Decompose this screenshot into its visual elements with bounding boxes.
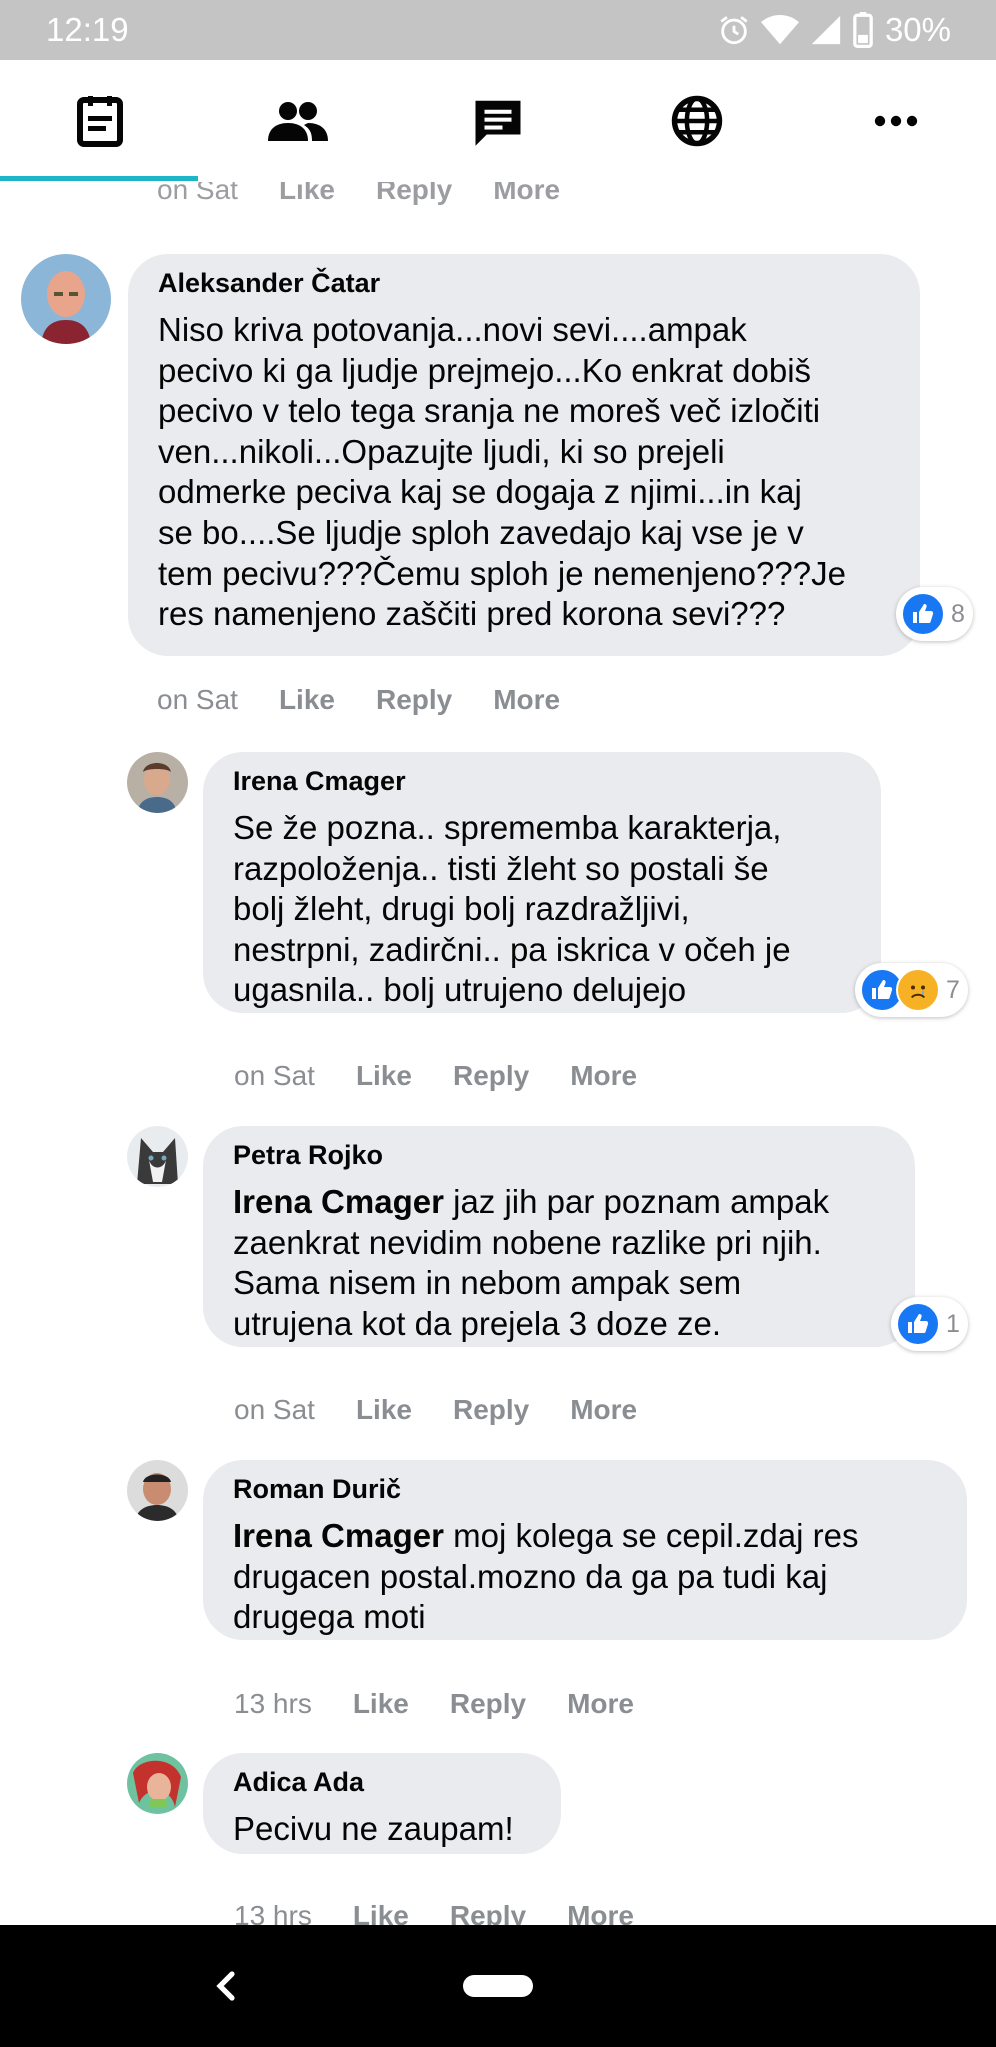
home-button[interactable] (463, 1975, 533, 1997)
tab-more[interactable] (816, 60, 976, 182)
comment-time: on Sat (234, 1394, 315, 1425)
reaction-count: 8 (951, 599, 965, 628)
reply-link[interactable]: Reply (376, 182, 452, 206)
like-link[interactable]: Like (356, 1394, 412, 1426)
like-link[interactable]: Like (353, 1688, 409, 1720)
comment-text: Irena Cmager moj kolega se cepil.zdaj re… (233, 1516, 858, 1638)
comment-meta-row-partial: on Sat Like Reply More (157, 182, 601, 208)
reaction-count: 7 (946, 975, 960, 1004)
comment-author[interactable]: Roman Durič (233, 1474, 401, 1505)
comment-time: 13 hrs (234, 1900, 312, 1925)
like-link[interactable]: Like (279, 182, 335, 206)
more-link[interactable]: More (570, 1394, 637, 1426)
active-tab-indicator (0, 176, 198, 181)
globe-icon (671, 95, 723, 147)
reaction-summary[interactable]: 8 (896, 587, 973, 641)
comment-author[interactable]: Aleksander Čatar (158, 268, 380, 299)
reply-link[interactable]: Reply (450, 1688, 526, 1720)
comment-text: Pecivu ne zaupam! (233, 1810, 514, 1847)
reply-link[interactable]: Reply (453, 1394, 529, 1426)
comment-meta-row: on Sat Like Reply More (234, 1058, 678, 1094)
system-navigation-bar (0, 1925, 996, 2047)
like-link[interactable]: Like (279, 684, 335, 716)
comment-meta-row: 13 hrs Like Reply More (234, 1686, 675, 1722)
like-reaction-icon (901, 592, 945, 636)
wifi-icon (760, 14, 799, 45)
comment-meta-row: 13 hrs Like Reply More (234, 1898, 675, 1925)
messages-icon (475, 100, 521, 146)
comment-author[interactable]: Adica Ada (233, 1767, 364, 1798)
comment-meta-row: on Sat Like Reply More (234, 1392, 678, 1428)
tab-notifications[interactable] (617, 60, 777, 182)
reply-link[interactable]: Reply (453, 1060, 529, 1092)
comment-text: Niso kriva potovanja...novi sevi....ampa… (158, 311, 846, 633)
more-dots-icon (874, 115, 918, 127)
back-chevron-icon (216, 1971, 235, 2001)
reaction-count: 1 (946, 1309, 960, 1338)
avatar[interactable] (21, 254, 111, 344)
comment-bubble: Aleksander Čatar Niso kriva potovanja...… (128, 254, 920, 656)
battery-icon (853, 12, 873, 48)
like-link[interactable]: Like (353, 1900, 409, 1925)
signal-icon (811, 15, 841, 45)
more-link[interactable]: More (493, 684, 560, 716)
reaction-summary[interactable]: 7 (855, 963, 968, 1017)
mention-link[interactable]: Irena Cmager (233, 1517, 444, 1554)
more-link[interactable]: More (567, 1688, 634, 1720)
avatar[interactable] (127, 1126, 188, 1187)
tab-messages[interactable] (418, 60, 578, 182)
tab-friends[interactable] (218, 60, 378, 182)
sad-reaction-icon (896, 968, 940, 1012)
reply-link[interactable]: Reply (450, 1900, 526, 1925)
comment-meta-row: on Sat Like Reply More (157, 682, 601, 718)
reaction-summary[interactable]: 1 (891, 1297, 968, 1351)
reply-link[interactable]: Reply (376, 684, 452, 716)
comment-time: 13 hrs (234, 1688, 312, 1719)
comment-bubble: Petra Rojko Irena Cmager jaz jih par poz… (203, 1126, 915, 1347)
comment-bubble: Roman Durič Irena Cmager moj kolega se c… (203, 1460, 967, 1640)
avatar[interactable] (127, 752, 188, 813)
status-bar: 12:19 30% (0, 0, 996, 60)
status-icons: 30% (717, 8, 951, 52)
like-link[interactable]: Like (356, 1060, 412, 1092)
battery-percent: 30% (884, 11, 951, 48)
mention-link[interactable]: Irena Cmager (233, 1183, 444, 1220)
status-time: 12:19 (46, 11, 129, 48)
more-link[interactable]: More (567, 1900, 634, 1925)
top-nav-bar (0, 60, 996, 182)
back-button[interactable] (200, 1961, 250, 2011)
comment-text: Se že pozna.. sprememba karakterja, razp… (233, 809, 791, 1009)
comment-time: on Sat (157, 684, 238, 715)
tab-news-feed[interactable] (20, 60, 180, 182)
friends-icon (268, 102, 328, 141)
comment-text: Irena Cmager jaz jih par poznam ampak za… (233, 1182, 829, 1344)
more-link[interactable]: More (570, 1060, 637, 1092)
comments-feed[interactable]: on Sat Like Reply More Aleksander Čatar … (0, 182, 996, 1925)
comment-author[interactable]: Petra Rojko (233, 1140, 383, 1171)
alarm-icon (720, 16, 748, 45)
avatar[interactable] (127, 1460, 188, 1521)
comment-author[interactable]: Irena Cmager (233, 766, 406, 797)
like-reaction-icon (896, 1302, 940, 1346)
comment-bubble: Irena Cmager Se že pozna.. sprememba kar… (203, 752, 881, 1013)
comment-time: on Sat (157, 182, 238, 205)
comment-bubble: Adica Ada Pecivu ne zaupam! (203, 1753, 561, 1854)
avatar[interactable] (127, 1753, 188, 1814)
news-feed-icon (77, 96, 123, 147)
more-link[interactable]: More (493, 182, 560, 206)
comment-time: on Sat (234, 1060, 315, 1091)
